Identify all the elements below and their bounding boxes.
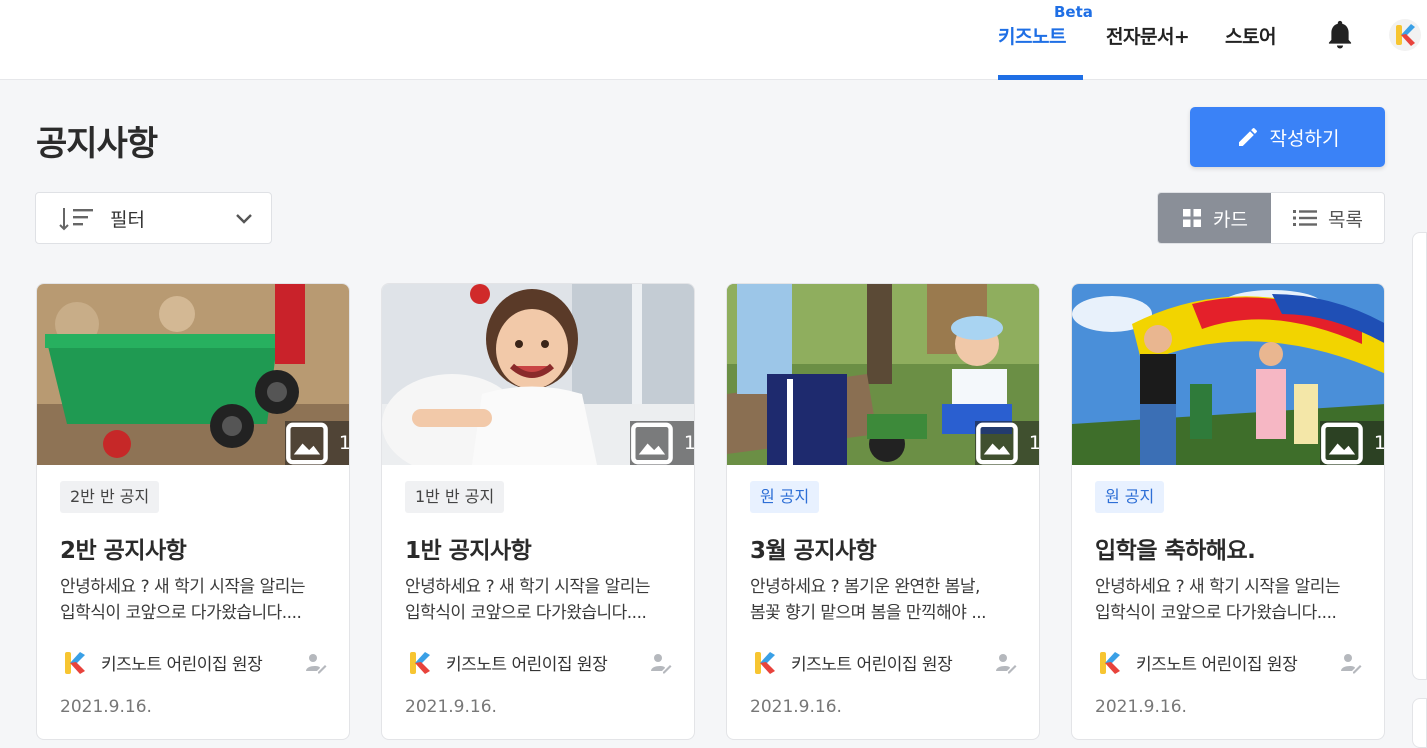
notice-tag: 원 공지 [1095,481,1165,513]
card-preview: 안녕하세요 ? 새 학기 시작을 알리는 입학식이 코앞으로 다가왔습니다...… [1095,574,1367,626]
card-preview: 안녕하세요 ? 새 학기 시작을 알리는 입학식이 코앞으로 다가왔습니다...… [60,574,332,626]
beta-badge: Beta [1054,3,1093,21]
card-date: 2021.9.16. [1095,697,1187,717]
list-view-label: 목록 [1328,208,1363,231]
teacher-edit-icon [651,654,672,674]
notice-tag: 원 공지 [750,481,820,513]
image-count-badge: 1 [1320,421,1385,465]
image-count: 1 [1373,432,1385,454]
write-button[interactable]: 작성하기 [1190,107,1385,167]
author-name: 키즈노트 어린이집 원장 [791,655,953,675]
nav-item-kidsnote[interactable]: 키즈노트 [998,22,1066,49]
teacher-edit-icon [1341,654,1362,674]
filter-dropdown[interactable]: 필터 [35,192,272,244]
card-preview: 안녕하세요 ? 새 학기 시작을 알리는 입학식이 코앞으로 다가왔습니다...… [405,574,677,626]
image-icon [1321,422,1363,464]
side-panel-edge [1412,232,1427,680]
active-nav-indicator [998,75,1083,80]
card-date: 2021.9.16. [60,697,152,717]
top-navigation-bar: Beta 키즈노트 전자문서+ 스토어 [0,0,1427,80]
author-name: 키즈노트 어린이집 원장 [446,655,608,675]
card-preview-line: 봄꽃 향기 맡으며 봄을 만끽해야 ... [750,603,987,623]
image-icon [286,422,328,464]
grid-icon [1183,209,1202,227]
notice-tag: 2반 반 공지 [60,481,160,513]
filter-label: 필터 [110,209,145,231]
card-preview-line: 안녕하세요 ? 봄기운 완연한 봄날, [750,577,980,597]
card-thumbnail: 1 [727,284,1040,465]
card-title: 1반 공지사항 [405,538,532,564]
card-thumbnail: 1 [1072,284,1385,465]
image-count-badge: 1 [975,421,1040,465]
card-preview-line: 안녕하세요 ? 새 학기 시작을 알리는 [60,577,306,597]
card-preview-line: 안녕하세요 ? 새 학기 시작을 알리는 [405,577,651,597]
kidsnote-logo-icon [65,652,85,674]
view-toggle: 카드 목록 [1157,192,1385,244]
notice-card[interactable]: 1 원 공지 3월 공지사항 안녕하세요 ? 봄기운 완연한 봄날, 봄꽃 향기… [726,283,1040,740]
notice-card[interactable]: 1 원 공지 입학을 축하해요. 안녕하세요 ? 새 학기 시작을 알리는 입학… [1071,283,1385,740]
page-title: 공지사항 [36,124,158,164]
kidsnote-logo-icon [1100,652,1120,674]
nav-item-edocs[interactable]: 전자문서+ [1106,22,1190,49]
pencil-icon [1238,127,1257,146]
card-date: 2021.9.16. [750,697,842,717]
write-button-label: 작성하기 [1269,127,1340,150]
card-preview: 안녕하세요 ? 봄기운 완연한 봄날, 봄꽃 향기 맡으며 봄을 만끽해야 ..… [750,574,1022,626]
teacher-edit-icon [306,654,327,674]
image-icon [976,422,1018,464]
notice-card[interactable]: 1 1반 반 공지 1반 공지사항 안녕하세요 ? 새 학기 시작을 알리는 입… [381,283,695,740]
image-count: 1 [338,432,350,454]
image-count: 1 [1028,432,1040,454]
card-preview-line: 안녕하세요 ? 새 학기 시작을 알리는 [1095,577,1341,597]
kidsnote-logo-icon [410,652,430,674]
image-count-badge: 1 [285,421,350,465]
image-icon [631,422,673,464]
card-title: 3월 공지사항 [750,538,877,564]
card-preview-line: 입학식이 코앞으로 다가왔습니다.... [1095,603,1337,623]
card-view-label: 카드 [1213,208,1248,231]
author-name: 키즈노트 어린이집 원장 [1136,655,1298,675]
card-thumbnail: 1 [37,284,350,465]
notice-card[interactable]: 1 2반 반 공지 2반 공지사항 안녕하세요 ? 새 학기 시작을 알리는 입… [36,283,350,740]
notification-bell-icon[interactable] [1325,19,1355,51]
card-view-button[interactable]: 카드 [1158,193,1271,243]
sort-icon [59,208,93,231]
nav-item-store[interactable]: 스토어 [1225,22,1276,49]
card-preview-line: 입학식이 코앞으로 다가왔습니다.... [60,603,302,623]
teacher-edit-icon [996,654,1017,674]
card-title: 2반 공지사항 [60,538,187,564]
card-date: 2021.9.16. [405,697,497,717]
card-preview-line: 입학식이 코앞으로 다가왔습니다.... [405,603,647,623]
side-panel-edge [1412,698,1427,748]
chevron-down-icon [236,214,252,224]
notice-tag: 1반 반 공지 [405,481,505,513]
card-thumbnail: 1 [382,284,695,465]
list-icon [1293,210,1318,226]
image-count: 1 [683,432,695,454]
list-view-button[interactable]: 목록 [1271,193,1384,243]
profile-logo-icon[interactable] [1388,18,1422,52]
image-count-badge: 1 [630,421,695,465]
author-name: 키즈노트 어린이집 원장 [101,655,263,675]
kidsnote-logo-icon [755,652,775,674]
card-title: 입학을 축하해요. [1095,538,1256,564]
